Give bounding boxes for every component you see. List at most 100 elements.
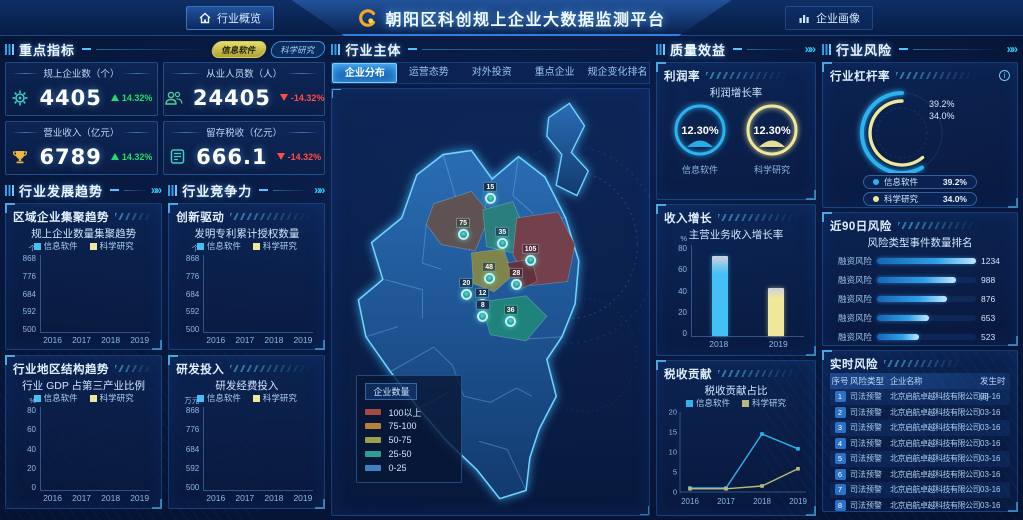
- map-marker[interactable]: 36: [504, 305, 518, 327]
- risk-column: 行业风险 行业杠杆率i39.2%34.0%信息软件39.2%科学研究34.0% …: [822, 40, 1018, 516]
- section-title: 行业竞争力: [182, 181, 252, 200]
- development-trend-column: 行业发展趋势 区域企业集聚趋势规上企业数量集聚趋势信息软件科学研究个868776…: [5, 181, 162, 516]
- map-marker[interactable]: 75: [456, 218, 470, 240]
- tab-3[interactable]: 重点企业: [523, 63, 586, 83]
- legend-label: 科学研究: [884, 193, 918, 205]
- enterprise-name-cell: 北京启航卓越科技有限公司: [890, 422, 980, 433]
- panel-title: 收入增长: [664, 210, 712, 226]
- risk-type-cell: 司法预警: [850, 484, 890, 495]
- leverage-gauge: 39.2%34.0%: [830, 85, 1010, 173]
- svg-text:2017: 2017: [717, 497, 735, 506]
- marker-value-badge: 8: [476, 300, 490, 310]
- legend-item: 科学研究: [253, 392, 297, 404]
- panel-title: 研发投入: [176, 361, 224, 377]
- svg-text:15: 15: [669, 428, 677, 437]
- tab-4[interactable]: 规企变化排名: [586, 63, 649, 83]
- map-pin-icon: [497, 238, 508, 249]
- table-row[interactable]: 5司法预警北京启航卓越科技有限公司03-16: [830, 451, 1010, 467]
- dash-decoration: [110, 189, 119, 191]
- hatch-decoration: [896, 72, 978, 79]
- line-decoration: [273, 190, 309, 191]
- legend-label: 信息软件: [207, 241, 241, 251]
- row-index-badge: 6: [835, 469, 846, 480]
- panel-title: 利润率: [664, 68, 700, 84]
- expand-arrows-icon[interactable]: [151, 183, 162, 197]
- expand-arrows-icon[interactable]: [314, 183, 325, 197]
- legend-dot: [873, 196, 879, 202]
- map-marker[interactable]: 15: [483, 182, 497, 204]
- marker-value-badge: 105: [522, 244, 540, 254]
- panel-header: 利润率: [664, 68, 808, 83]
- chart-title: 规上企业数量集聚趋势: [13, 226, 154, 240]
- table-row[interactable]: 7司法预警北京启航卓越科技有限公司03-16: [830, 482, 1010, 498]
- enterprise-name-cell: 北京启航卓越科技有限公司: [890, 500, 980, 511]
- legend-swatch: [90, 395, 97, 402]
- quality-column: 质量效益 利润率利润增长率12.30%信息软件12.30%科学研究 收入增长主营…: [656, 40, 816, 516]
- legend-swatch: [365, 423, 381, 429]
- expand-arrows-icon[interactable]: [805, 42, 816, 56]
- filter-pill-1[interactable]: 科学研究: [270, 41, 328, 58]
- y-tick-label: 776: [186, 273, 199, 280]
- table-row[interactable]: 4司法预警北京启航卓越科技有限公司03-16: [830, 436, 1010, 452]
- left-column: 重点指标 信息软件科学研究 规上企业数（个）440514.32%从业人员数（人）…: [5, 40, 325, 516]
- x-tick-label: 2018: [264, 335, 283, 344]
- expand-arrows-icon[interactable]: [1007, 42, 1018, 56]
- x-tick-label: 2019: [293, 493, 312, 502]
- table-row[interactable]: 2司法预警北京启航卓越科技有限公司03-16: [830, 405, 1010, 421]
- hatch-decoration: [115, 365, 154, 372]
- ring-gauge: 12.30%: [669, 101, 731, 161]
- home-icon: [199, 12, 211, 24]
- svg-text:5: 5: [673, 468, 677, 477]
- legend-label: 100以上: [388, 406, 421, 419]
- time-cell: 03-16: [980, 470, 1010, 479]
- risk-bar: [877, 277, 956, 283]
- map-legend-item: 75-100: [365, 419, 453, 433]
- gauge-arcs: [830, 85, 980, 173]
- table-header-row: 序号风险类型企业名称发生时间: [830, 373, 1010, 389]
- ring-label: 信息软件: [682, 163, 718, 176]
- map-legend-item: 0-25: [365, 461, 453, 475]
- tab-1[interactable]: 运营态势: [397, 63, 460, 83]
- risk-type-label: 融资风险: [832, 293, 872, 305]
- map-marker[interactable]: 105: [522, 244, 540, 266]
- map-marker[interactable]: 20: [459, 278, 473, 300]
- dash-decoration: [82, 48, 91, 50]
- table-row[interactable]: 3司法预警北京启航卓越科技有限公司03-16: [830, 420, 1010, 436]
- legend-label: 科学研究: [263, 393, 297, 403]
- legend-item: 信息软件: [686, 397, 730, 409]
- map-marker[interactable]: 48: [482, 262, 496, 284]
- enterprise-name-cell: 北京启航卓越科技有限公司: [890, 453, 980, 464]
- legend-label: 信息软件: [884, 176, 918, 188]
- stat-card-label: 规上企业数（个）: [43, 66, 119, 80]
- legend-item: 信息软件: [34, 392, 78, 404]
- stat-card-delta: 14.32%: [122, 93, 153, 103]
- legend-value: 34.0%: [943, 194, 967, 204]
- tab-2[interactable]: 对外投资: [460, 63, 523, 83]
- svg-text:10: 10: [669, 448, 677, 457]
- map-marker[interactable]: 28: [509, 268, 523, 290]
- table-row[interactable]: 8司法预警北京启航卓越科技有限公司03-16: [830, 498, 1010, 514]
- nav-industry-overview[interactable]: 行业概览: [186, 6, 274, 30]
- stat-card: 从业人员数（人）24405-14.32%: [163, 62, 326, 116]
- filter-pill-0[interactable]: 信息软件: [211, 41, 269, 58]
- nav-enterprise-portrait[interactable]: 企业画像: [785, 6, 873, 30]
- table-row[interactable]: 6司法预警北京启航卓越科技有限公司03-16: [830, 467, 1010, 483]
- tab-0[interactable]: 企业分布: [332, 63, 397, 83]
- section-header-quality: 质量效益: [656, 40, 816, 58]
- map-marker[interactable]: 35: [495, 227, 509, 249]
- legend-label: 0-25: [388, 463, 406, 473]
- info-icon[interactable]: i: [999, 70, 1010, 81]
- enterprise-name-cell: 北京启航卓越科技有限公司: [890, 391, 980, 402]
- section-header-development: 行业发展趋势: [5, 181, 162, 199]
- dash-decoration: [408, 48, 417, 50]
- svg-text:20: 20: [669, 408, 677, 417]
- stat-card: 营业收入（亿元）678914.32%: [5, 121, 158, 175]
- risk-type-cell: 司法预警: [850, 422, 890, 433]
- legend-item: 信息软件: [34, 240, 78, 252]
- nav-right-label: 企业画像: [816, 10, 860, 26]
- y-tick-label: 500: [23, 326, 36, 333]
- map-pin-icon: [505, 316, 516, 327]
- map-marker[interactable]: 8: [476, 300, 490, 322]
- table-body: 1司法预警北京启航卓越科技有限公司03-162司法预警北京启航卓越科技有限公司0…: [830, 389, 1010, 513]
- risk-type-label: 融资风险: [832, 255, 872, 267]
